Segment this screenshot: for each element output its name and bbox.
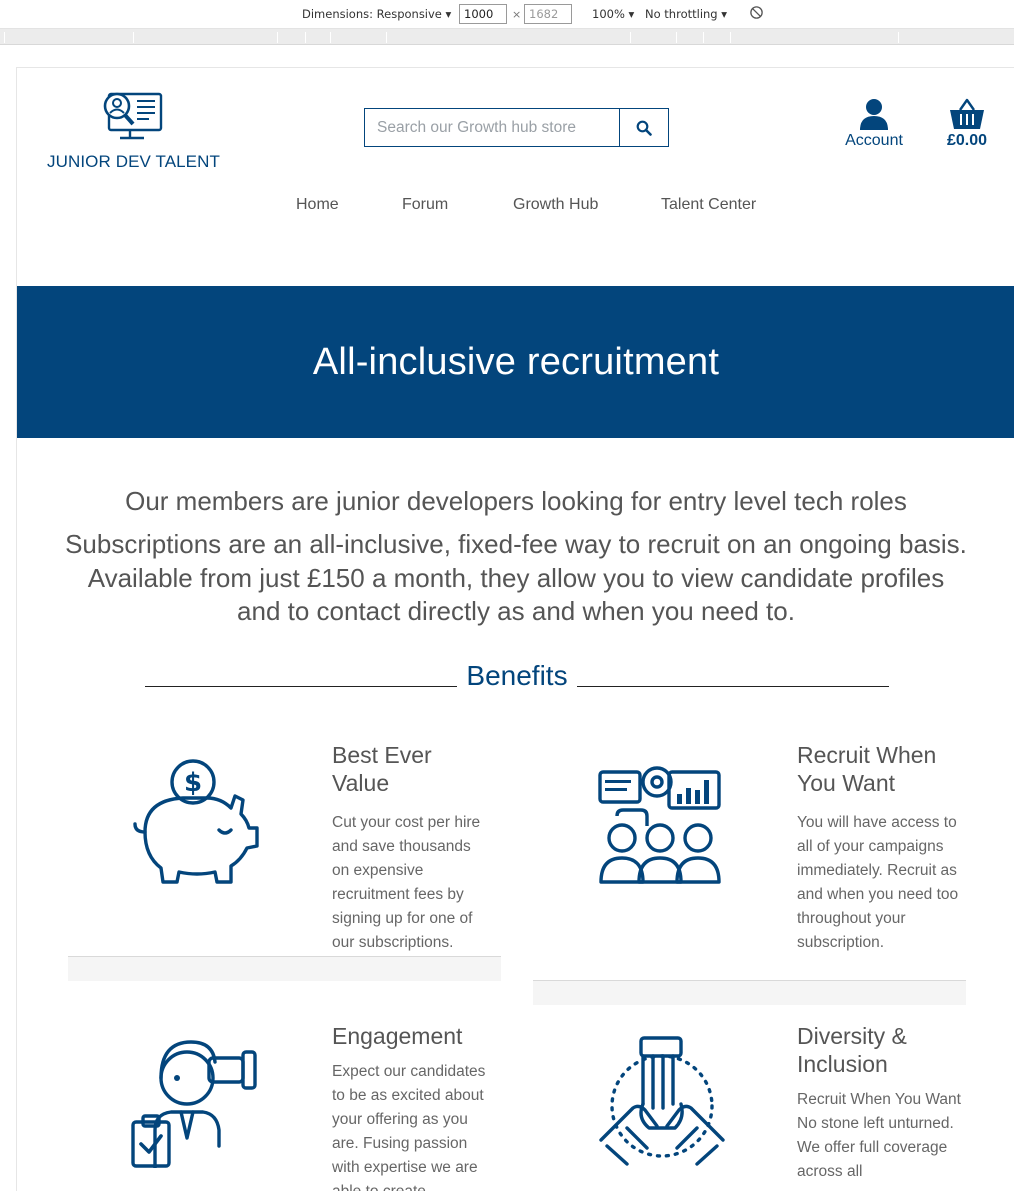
card-text-recruit-when-you-want: You will have access to all of your camp… [797,814,959,951]
nav-item-home[interactable]: Home [296,196,339,214]
basket-link[interactable]: £0.00 [937,98,997,150]
zoom-dropdown[interactable]: 100% ▾ [592,7,634,21]
hero-title: All-inclusive recruitment [312,340,720,383]
logo-monitor-icon [103,92,163,140]
search-bar [364,108,669,147]
team-dashboard-icon [597,760,723,889]
divider-right [577,686,889,687]
svg-text:$: $ [184,768,202,798]
account-link[interactable]: Account [839,98,909,150]
card-text-best-ever-value: Cut your cost per hire and save thousand… [332,814,481,951]
intro-heading: Our members are junior developers lookin… [125,486,907,516]
hands-together-icon [597,1036,727,1171]
card-text-diversity-inclusion: Recruit When You Want No stone left untu… [797,1091,961,1180]
piggy-bank-icon: $ [131,758,261,891]
card-title-best-ever-value: Best Ever Value [332,742,432,796]
nav-item-growth-hub[interactable]: Growth Hub [513,196,598,214]
card-divider [533,980,966,1005]
user-icon [860,99,888,130]
nav-item-forum[interactable]: Forum [402,196,448,214]
width-input[interactable]: 1000 [459,4,507,24]
divider-left [145,686,457,687]
telescope-person-icon [131,1038,261,1173]
search-input[interactable] [365,109,619,146]
benefits-label: Benefits [466,660,568,691]
logo-text: JUNIOR DEV TALENT [47,152,220,171]
height-input[interactable]: 1682 [524,4,572,24]
intro-paragraph: Subscriptions are an all-inclusive, fixe… [65,529,967,626]
nav-item-talent-center[interactable]: Talent Center [661,196,756,214]
dimensions-dropdown[interactable]: Dimensions: Responsive ▾ [302,7,451,21]
throttling-label: No throttling [645,7,718,21]
page-viewport: JUNIOR DEV TALENT Account £0.00 [16,67,1014,1191]
search-button[interactable] [619,109,668,146]
dimensions-label: Dimensions: Responsive [302,7,442,21]
basket-total: £0.00 [946,132,988,149]
hero-banner: All-inclusive recruitment [17,286,1014,438]
card-title-engagement: Engagement [332,1023,463,1049]
media-query-ruler[interactable] [0,29,1014,45]
rotate-icon[interactable] [749,5,764,23]
card-divider [68,956,501,981]
account-label: Account [845,132,903,149]
throttling-dropdown[interactable]: No throttling ▾ [645,7,727,21]
benefits-heading: Benefits [145,660,889,696]
basket-icon [950,98,984,129]
search-icon [636,120,652,136]
zoom-label: 100% [592,7,625,21]
card-title-diversity-inclusion: Diversity & Inclusion [797,1023,907,1077]
devtools-toolbar: Dimensions: Responsive ▾ 1000 × 1682 100… [0,0,1014,29]
card-title-recruit-when-you-want: Recruit When You Want [797,742,937,796]
card-text-engagement: Expect our candidates to be as excited a… [332,1063,486,1191]
times-symbol: × [512,8,522,21]
site-logo[interactable]: JUNIOR DEV TALENT [47,88,222,172]
